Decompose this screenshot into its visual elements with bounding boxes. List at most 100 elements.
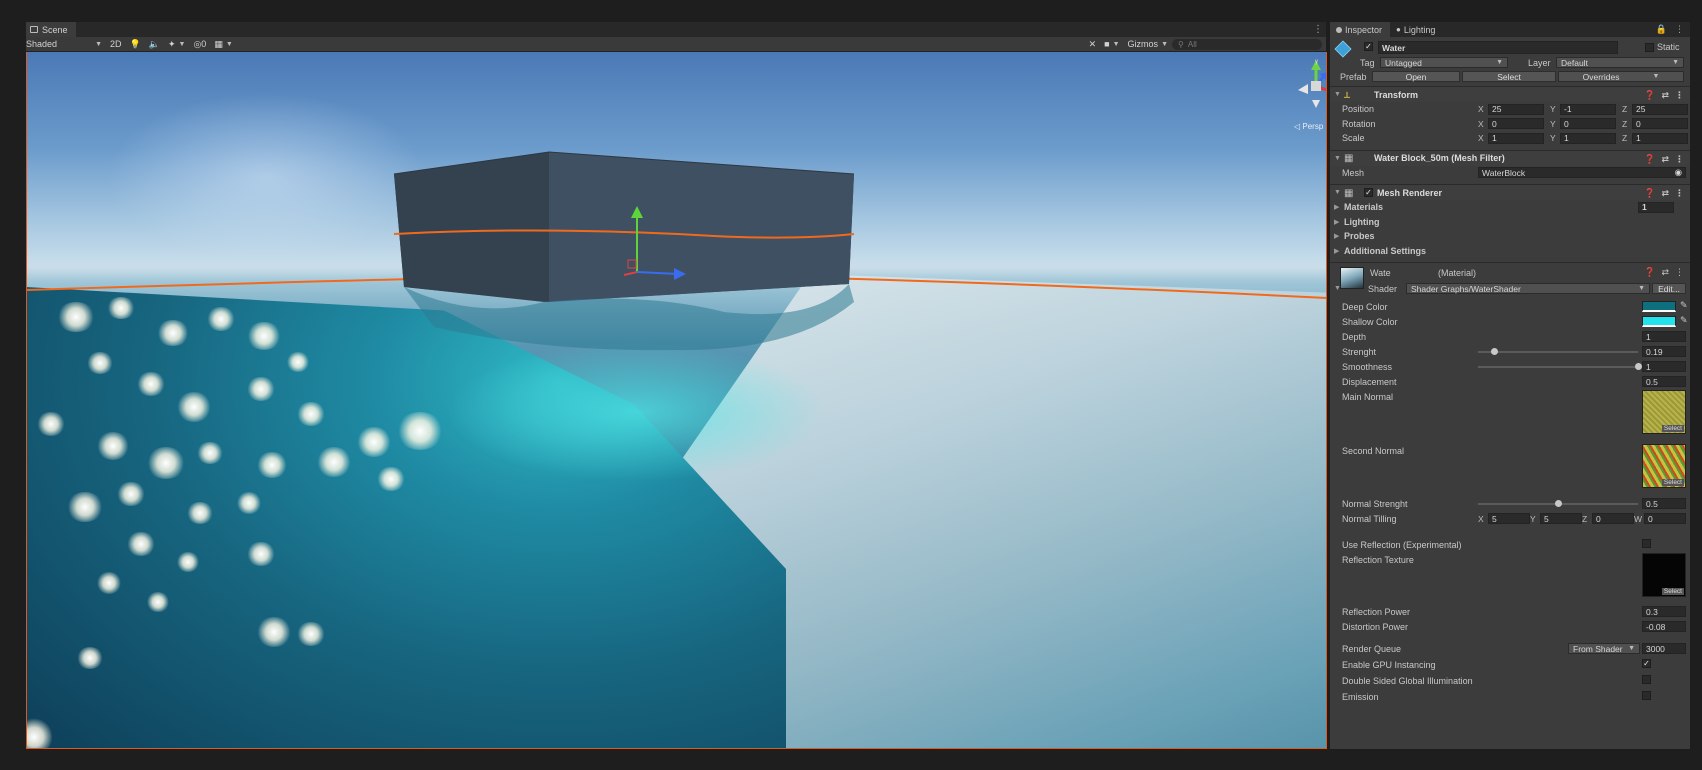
shallow-color-swatch[interactable] bbox=[1642, 316, 1676, 327]
displacement-field[interactable]: 0.5 bbox=[1642, 376, 1686, 387]
additional-settings-foldout[interactable]: ▶ Additional Settings bbox=[1330, 244, 1690, 259]
object-active-checkbox[interactable]: ✓ bbox=[1364, 42, 1373, 51]
kebab-menu-icon[interactable]: ⋮ bbox=[1675, 188, 1684, 199]
position-z-field[interactable]: 25 bbox=[1632, 103, 1688, 115]
render-queue-dropdown[interactable]: From Shader ▼ bbox=[1568, 643, 1640, 654]
projection-label[interactable]: ◁ Persp bbox=[1294, 122, 1323, 131]
preset-icon[interactable]: ⇄ bbox=[1661, 154, 1669, 165]
help-icon[interactable]: ❓ bbox=[1644, 154, 1655, 165]
main-normal-select-button[interactable]: Select bbox=[1661, 425, 1684, 432]
rotation-x-field[interactable]: 0 bbox=[1488, 118, 1544, 130]
preset-icon[interactable]: ⇄ bbox=[1661, 90, 1669, 101]
reflection-power-field[interactable]: 0.3 bbox=[1642, 606, 1686, 617]
use-reflection-label: Use Reflection (Experimental) bbox=[1342, 540, 1462, 550]
hidden-objects-toggle[interactable]: ◎ 0 bbox=[189, 37, 210, 52]
prefab-open-button[interactable]: Open bbox=[1372, 71, 1460, 82]
scale-z-field[interactable]: 1 bbox=[1632, 132, 1688, 144]
toggle-2d-button[interactable]: 2D bbox=[106, 37, 126, 52]
shader-dropdown[interactable]: Shader Graphs/WaterShader ▼ bbox=[1406, 283, 1650, 294]
materials-count-field[interactable]: 1 bbox=[1638, 201, 1674, 213]
materials-foldout[interactable]: ▶ Materials 1 bbox=[1330, 200, 1690, 215]
normal-strenght-field[interactable]: 0.5 bbox=[1642, 498, 1686, 509]
kebab-menu-icon[interactable]: ⋮ bbox=[1313, 24, 1323, 35]
help-icon[interactable]: ❓ bbox=[1644, 188, 1655, 199]
camera-dropdown[interactable]: ■ ▼ bbox=[1100, 37, 1123, 52]
shader-edit-button[interactable]: Edit... bbox=[1652, 283, 1686, 294]
use-reflection-checkbox[interactable] bbox=[1642, 539, 1651, 548]
chevron-down-icon: ▼ bbox=[1161, 40, 1168, 48]
prefab-overrides-dropdown[interactable]: Overrides ▼ bbox=[1558, 71, 1684, 82]
transform-header[interactable]: ▼ ⟂ Transform ❓ ⇄ ⋮ bbox=[1330, 86, 1690, 102]
strenght-slider[interactable] bbox=[1478, 351, 1638, 353]
static-checkbox[interactable] bbox=[1645, 43, 1654, 52]
object-name-field[interactable]: Water bbox=[1378, 41, 1618, 54]
strenght-field[interactable]: 0.19 bbox=[1642, 346, 1686, 357]
mesh-filter-header[interactable]: ▼ ▦ Water Block_50m (Mesh Filter) ❓ ⇄ ⋮ bbox=[1330, 149, 1690, 166]
reflection-texture-slot[interactable]: Select bbox=[1642, 553, 1686, 597]
smoothness-slider-handle[interactable] bbox=[1634, 363, 1642, 370]
deep-color-swatch[interactable] bbox=[1642, 301, 1676, 312]
scene-search-input[interactable]: ⚲ All bbox=[1172, 38, 1322, 50]
kebab-menu-icon[interactable]: ⋮ bbox=[1675, 154, 1684, 165]
static-label: Static bbox=[1657, 42, 1680, 52]
gizmos-dropdown[interactable]: Gizmos ▼ bbox=[1124, 37, 1172, 52]
mesh-renderer-icon: ▦ bbox=[1344, 187, 1354, 199]
effects-dropdown[interactable]: ✦ ▼ bbox=[164, 37, 189, 52]
scale-y-field[interactable]: 1 bbox=[1560, 132, 1616, 144]
strenght-slider-handle[interactable] bbox=[1490, 348, 1498, 355]
preset-icon[interactable]: ⇄ bbox=[1661, 267, 1669, 278]
normal-tiling-w-field[interactable]: 0 bbox=[1644, 513, 1686, 524]
normal-tiling-z-field[interactable]: 0 bbox=[1592, 513, 1634, 524]
orientation-gizmo[interactable]: y bbox=[1286, 56, 1327, 126]
kebab-menu-icon[interactable]: ⋮ bbox=[1675, 267, 1684, 278]
mesh-object-field[interactable]: WaterBlock ◉ bbox=[1478, 167, 1686, 179]
render-queue-field[interactable]: 3000 bbox=[1642, 643, 1686, 654]
distortion-power-field[interactable]: -0.08 bbox=[1642, 621, 1686, 632]
tab-scene[interactable]: Scene bbox=[26, 22, 76, 37]
second-normal-texture-slot[interactable]: Select bbox=[1642, 444, 1686, 488]
grid-dropdown[interactable]: ▦ ▼ bbox=[210, 37, 236, 52]
layer-dropdown[interactable]: Default ▼ bbox=[1556, 57, 1684, 68]
normal-tiling-x-field[interactable]: 5 bbox=[1488, 513, 1530, 524]
second-normal-select-button[interactable]: Select bbox=[1661, 479, 1684, 486]
rotation-z-field[interactable]: 0 bbox=[1632, 118, 1688, 130]
eyedropper-icon[interactable]: ✎ bbox=[1680, 300, 1688, 311]
gpu-instancing-checkbox[interactable]: ✓ bbox=[1642, 659, 1651, 668]
mesh-renderer-header[interactable]: ▼ ▦ ✓ Mesh Renderer ❓ ⇄ ⋮ bbox=[1330, 184, 1690, 200]
tab-lighting[interactable]: ● Lighting bbox=[1390, 22, 1443, 37]
depth-field[interactable]: 1 bbox=[1642, 331, 1686, 342]
reflection-texture-select-button[interactable]: Select bbox=[1661, 588, 1684, 595]
position-y-field[interactable]: -1 bbox=[1560, 103, 1616, 115]
lighting-foldout[interactable]: ▶ Lighting bbox=[1330, 215, 1690, 230]
probes-foldout[interactable]: ▶ Probes bbox=[1330, 229, 1690, 244]
tools-button[interactable]: ✕ bbox=[1085, 37, 1101, 52]
normal-strenght-slider-handle[interactable] bbox=[1554, 500, 1562, 507]
prefab-select-button[interactable]: Select bbox=[1462, 71, 1556, 82]
help-icon[interactable]: ❓ bbox=[1644, 267, 1655, 278]
scene-tab-bar: Scene ⋮ bbox=[26, 22, 1326, 37]
mesh-renderer-enabled-checkbox[interactable]: ✓ bbox=[1364, 188, 1373, 197]
transform-rotation-row: Rotation X0 Y0 Z0 bbox=[1330, 117, 1690, 132]
lighting-toggle-button[interactable]: 💡 bbox=[126, 37, 145, 52]
double-sided-gi-checkbox[interactable] bbox=[1642, 675, 1651, 684]
position-x-field[interactable]: 25 bbox=[1488, 103, 1544, 115]
smoothness-field[interactable]: 1 bbox=[1642, 361, 1686, 372]
main-normal-texture-slot[interactable]: Select bbox=[1642, 390, 1686, 434]
smoothness-slider[interactable] bbox=[1478, 366, 1638, 368]
normal-tiling-y-field[interactable]: 5 bbox=[1540, 513, 1582, 524]
shading-mode-dropdown[interactable]: Shaded ▼ bbox=[26, 37, 106, 52]
lock-icon[interactable]: 🔒 bbox=[1656, 24, 1667, 35]
eyedropper-icon[interactable]: ✎ bbox=[1680, 315, 1688, 326]
target-icon[interactable]: ◉ bbox=[1675, 167, 1682, 178]
tag-dropdown[interactable]: Untagged ▼ bbox=[1380, 57, 1508, 68]
tab-inspector[interactable]: Inspector bbox=[1330, 22, 1391, 37]
preset-icon[interactable]: ⇄ bbox=[1661, 188, 1669, 199]
scene-viewport[interactable]: y ◁ Persp bbox=[26, 52, 1327, 749]
scale-x-field[interactable]: 1 bbox=[1488, 132, 1544, 144]
emission-checkbox[interactable] bbox=[1642, 691, 1651, 700]
kebab-menu-icon[interactable]: ⋮ bbox=[1675, 90, 1684, 101]
help-icon[interactable]: ❓ bbox=[1644, 90, 1655, 101]
rotation-y-field[interactable]: 0 bbox=[1560, 118, 1616, 130]
audio-toggle-button[interactable]: 🔈 bbox=[145, 37, 164, 52]
kebab-menu-icon[interactable]: ⋮ bbox=[1675, 24, 1684, 35]
